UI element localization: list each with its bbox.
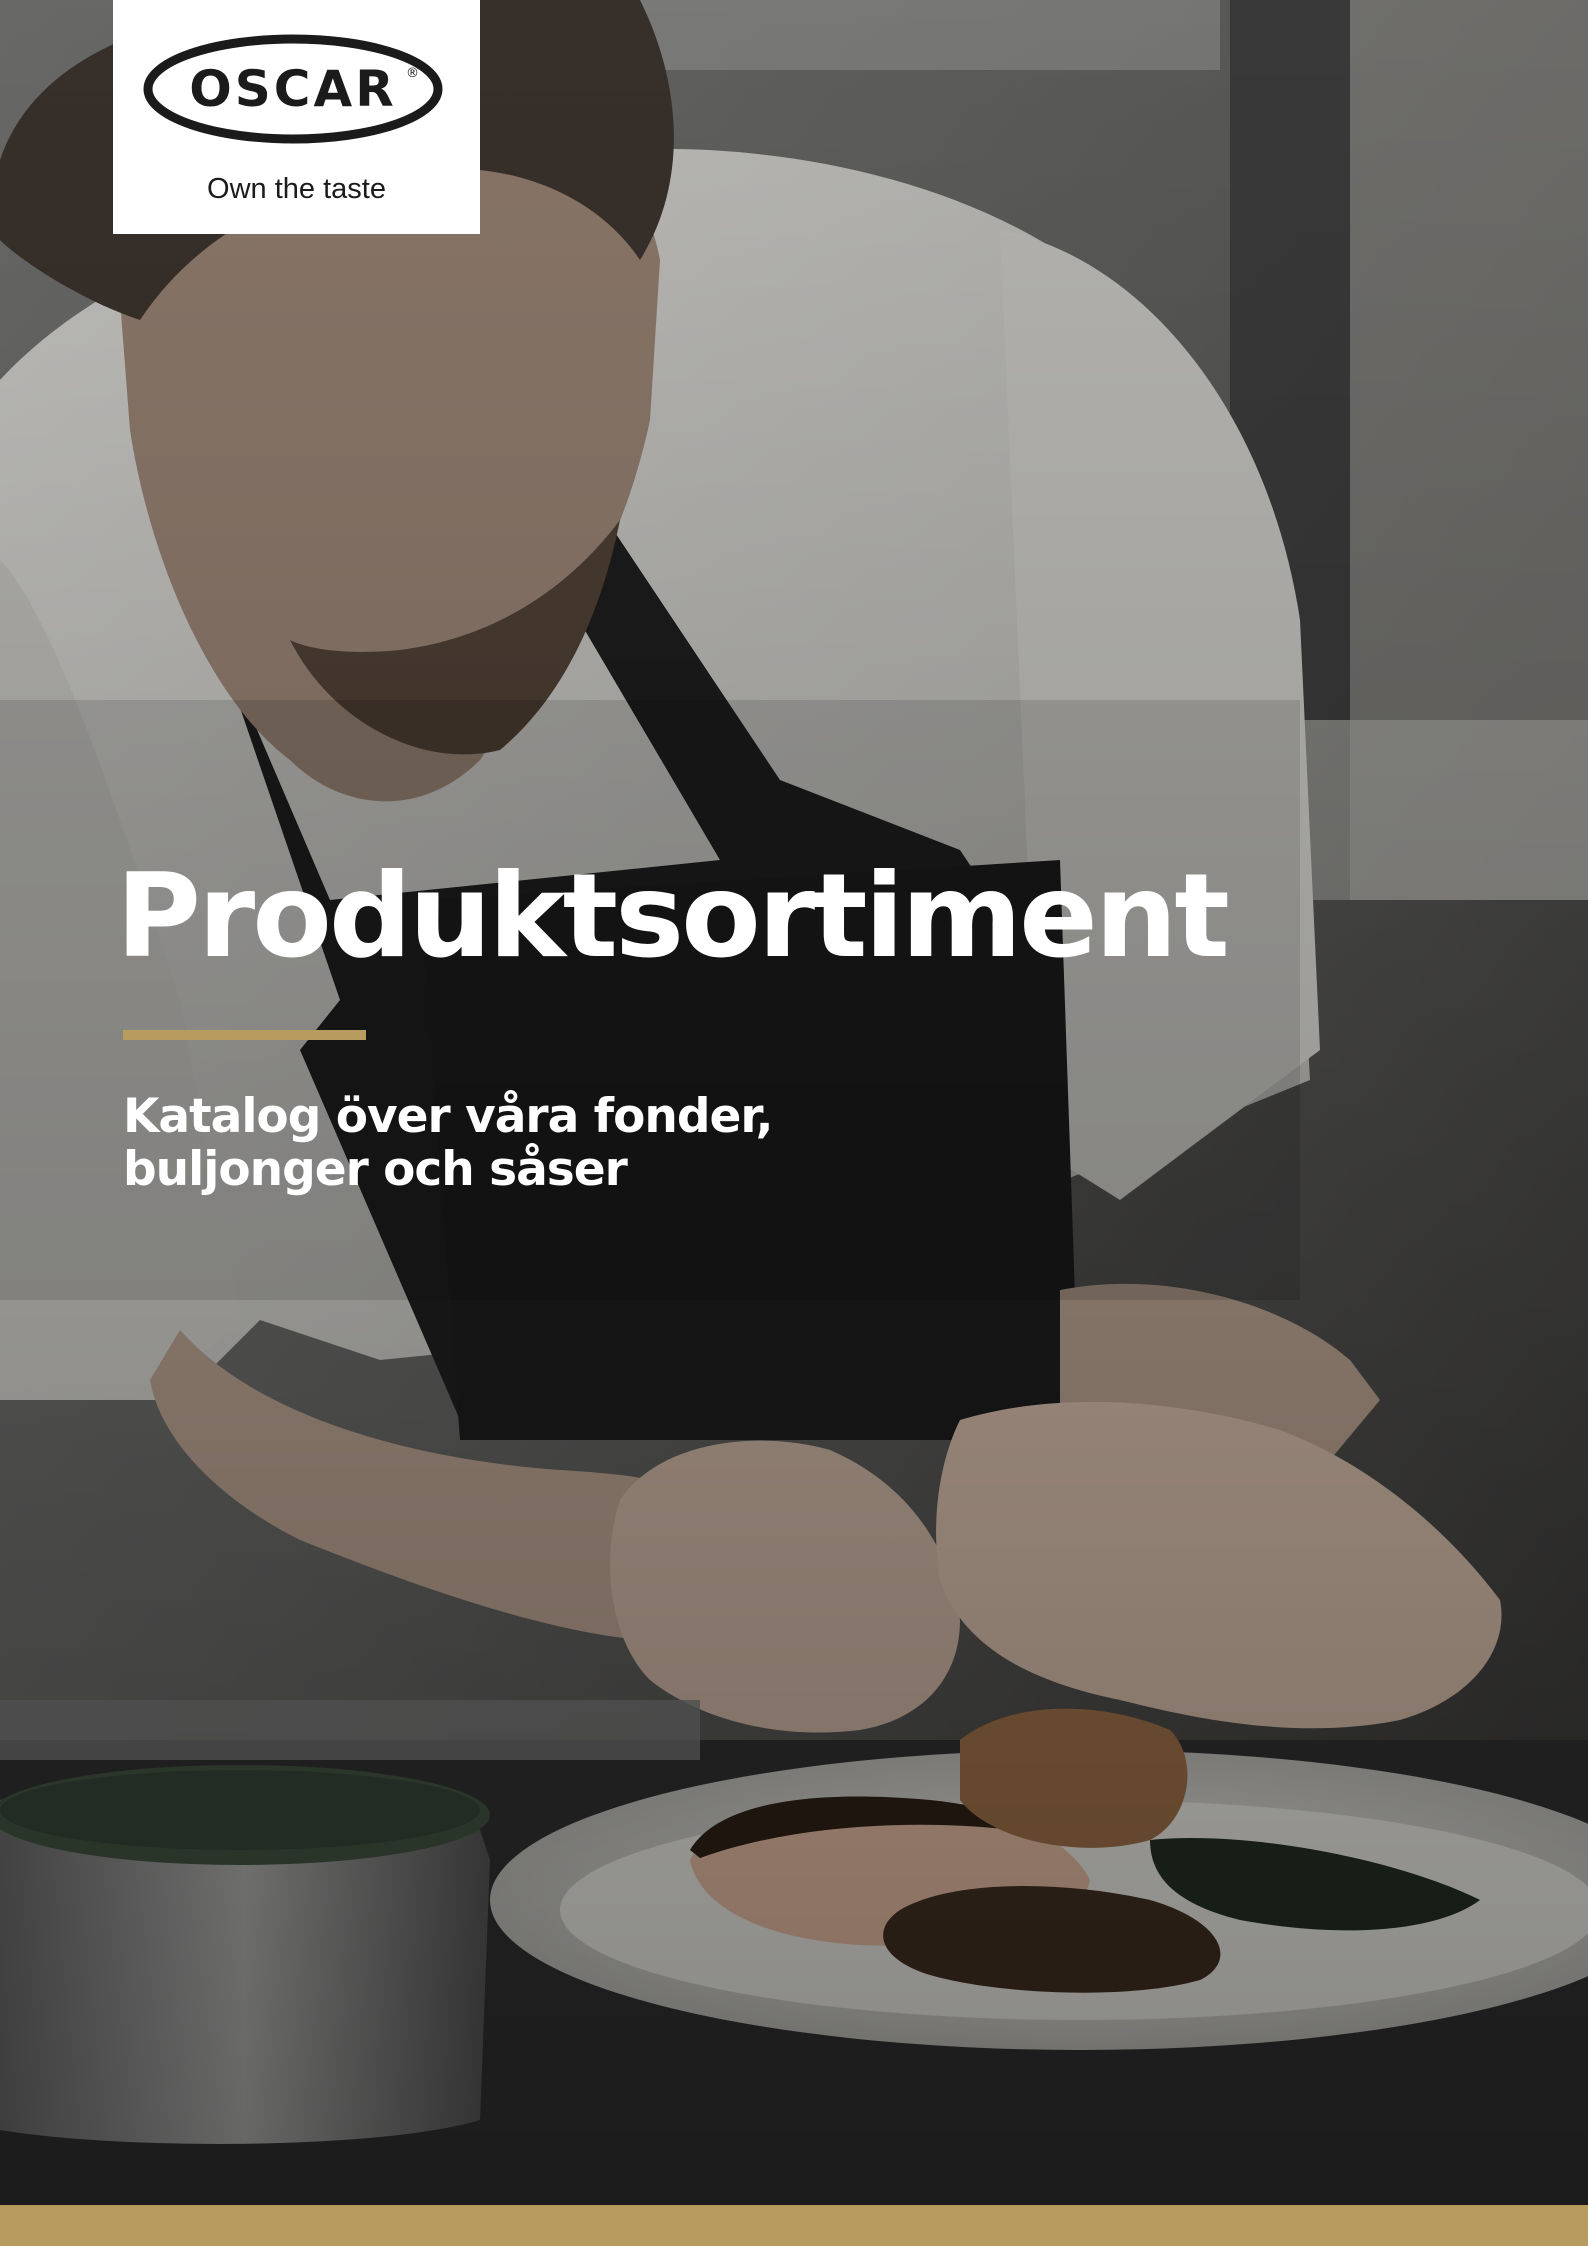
logo-wordmark: OSCAR [189,60,397,118]
brand-logo[interactable]: OSCAR ® Own the taste [113,0,480,234]
subtitle-line: buljonger och såser [123,1142,628,1197]
bottom-accent-band [0,2205,1588,2246]
logo-registered-mark: ® [406,66,419,81]
catalog-cover: OSCAR ® Own the taste Produktsortiment K… [0,0,1588,2246]
title-underline-accent [123,1030,366,1040]
cover-subtitle: Katalog över våra fonder, buljonger och … [123,1090,1023,1196]
subtitle-line: Katalog över våra fonder, [123,1089,774,1144]
logo-tagline: Own the taste [207,173,386,205]
cover-title: Produktsortiment [116,849,1230,984]
